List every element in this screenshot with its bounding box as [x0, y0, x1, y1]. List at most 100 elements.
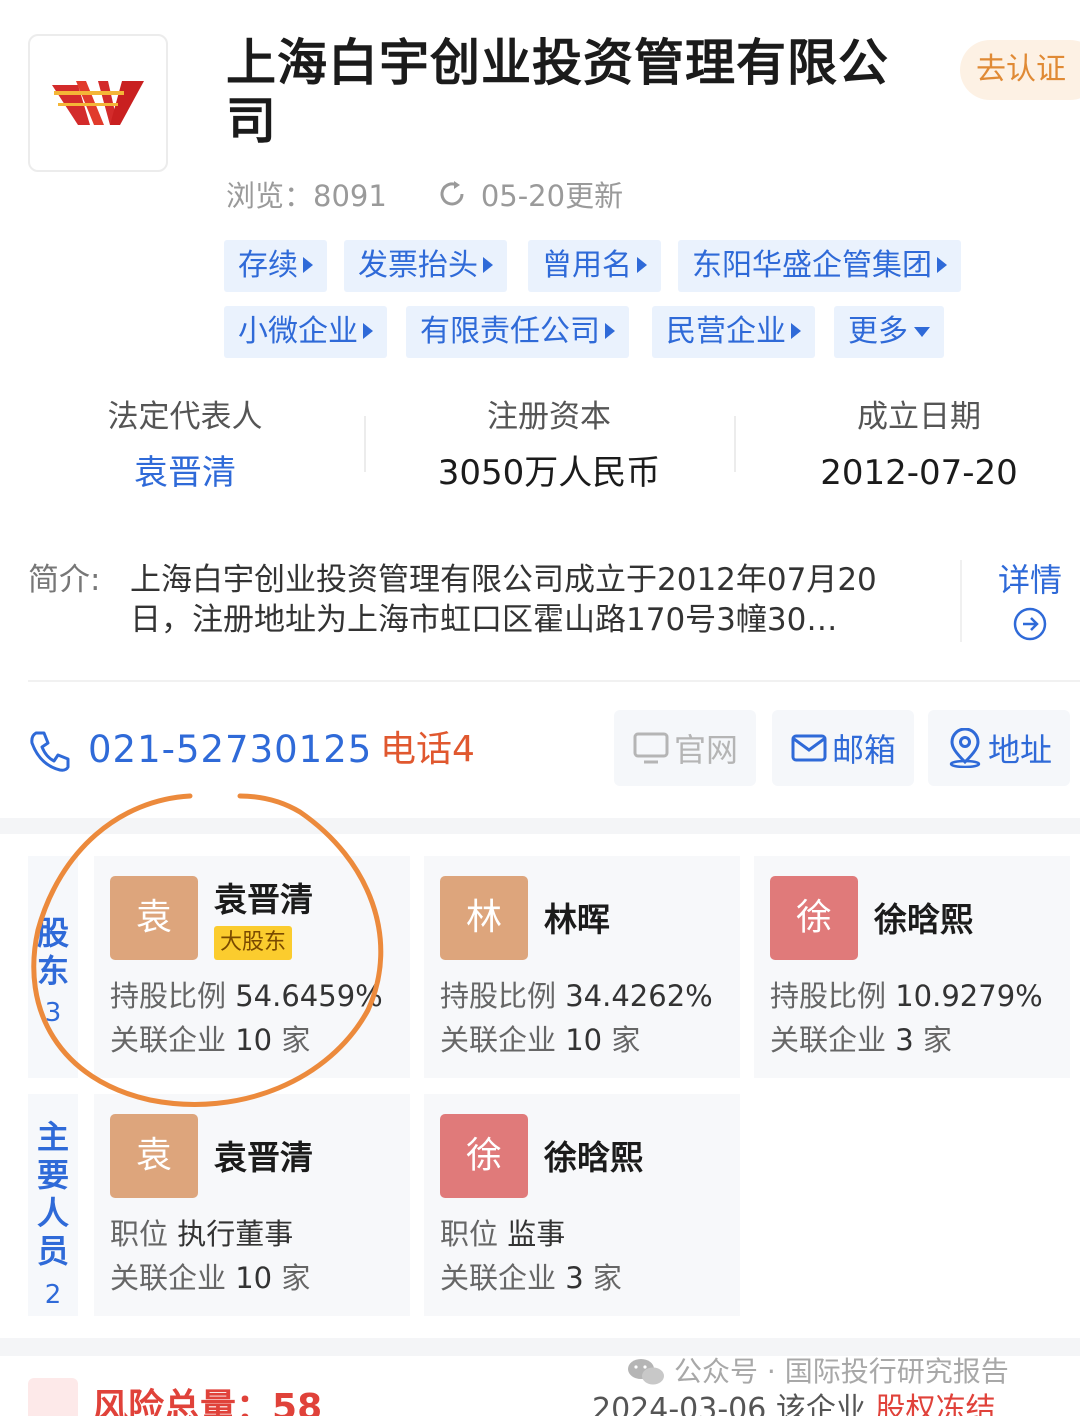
- risk-highlight: 股权冻结: [875, 1392, 996, 1416]
- capital-value: 3050万人民币: [437, 453, 661, 493]
- person-card[interactable]: 袁 袁晋清 职位 执行董事 关联企业 10 家: [94, 1094, 410, 1316]
- capital-label: 注册资本: [487, 399, 611, 435]
- related-unit: 家: [922, 1023, 952, 1057]
- shareholder-name[interactable]: 林晖: [544, 898, 610, 942]
- shareholder-card[interactable]: 袁 袁晋清 大股东 持股比例 54.6459% 关联企业 10 家: [94, 856, 410, 1078]
- related-label: 关联企业: [440, 1023, 557, 1057]
- position-label: 职位: [440, 1217, 499, 1251]
- position: 职位 监事: [440, 1214, 565, 1254]
- monitor-icon: [633, 732, 669, 764]
- founded-value: 2012-07-20: [820, 453, 1018, 493]
- share-ratio: 持股比例 10.9279%: [770, 976, 1043, 1016]
- caret-right-icon: [483, 257, 493, 273]
- share-ratio-value: 34.4262%: [565, 979, 713, 1013]
- related-count: 10: [235, 1023, 273, 1057]
- phone-icon[interactable]: [26, 727, 74, 775]
- caret-down-icon: [914, 327, 930, 337]
- location-pin-icon: [949, 728, 981, 768]
- watermark: 公众号 · 国际投行研究报告: [626, 1352, 1009, 1392]
- email-button[interactable]: 邮箱: [772, 710, 914, 786]
- key-people-label: 主要人员: [36, 1118, 69, 1270]
- mail-icon: [791, 734, 827, 762]
- key-people-count: 2: [44, 1280, 62, 1310]
- caret-right-icon: [637, 257, 647, 273]
- related-companies: 关联企业 10 家: [110, 1020, 310, 1060]
- intro-text[interactable]: 上海白宇创业投资管理有限公司成立于2012年07月20日，注册地址为上海市虹口区…: [130, 560, 930, 640]
- risk-latest[interactable]: 2024-03-06 该企业 股权冻结: [592, 1390, 995, 1416]
- risk-text: 该企业: [775, 1392, 866, 1416]
- update-date: 05-20更新: [480, 179, 624, 213]
- tag-private-enterprise[interactable]: 民营企业: [652, 306, 815, 358]
- divider: [28, 680, 1080, 682]
- shareholders-tab[interactable]: 股东 3: [28, 856, 78, 1078]
- position-value: 执行董事: [177, 1217, 294, 1251]
- avatar: 徐: [440, 1114, 528, 1198]
- tag-status[interactable]: 存续: [224, 240, 327, 292]
- phone-number[interactable]: 021-52730125: [88, 726, 372, 774]
- tag-micro-enterprise[interactable]: 小微企业: [224, 306, 387, 358]
- website-button[interactable]: 官网: [614, 710, 756, 786]
- caret-right-icon: [303, 257, 313, 273]
- avatar: 袁: [110, 1114, 198, 1198]
- related-unit: 家: [281, 1023, 311, 1057]
- founded-date: 成立日期 2012-07-20: [734, 396, 1080, 496]
- tag-label: 存续: [238, 248, 298, 283]
- more-phones-link[interactable]: 电话4: [380, 726, 475, 774]
- tag-group[interactable]: 东阳华盛企管集团: [678, 240, 961, 292]
- person-card[interactable]: 徐 徐晗熙 职位 监事 关联企业 3 家: [424, 1094, 740, 1316]
- address-label: 地址: [987, 731, 1052, 769]
- views-count: 浏览：8091: [226, 179, 387, 213]
- person-name[interactable]: 袁晋清: [214, 1136, 313, 1180]
- email-label: 邮箱: [831, 731, 896, 769]
- caret-right-icon: [363, 323, 373, 339]
- company-meta: 浏览：8091 05-20更新: [226, 172, 623, 216]
- tag-label: 东阳华盛企管集团: [692, 248, 932, 283]
- avatar: 袁: [110, 876, 198, 960]
- legal-rep: 法定代表人 袁晋清: [0, 396, 370, 496]
- founded-label: 成立日期: [857, 399, 981, 435]
- legal-rep-value[interactable]: 袁晋清: [0, 450, 370, 496]
- company-logo-mark: [52, 81, 144, 125]
- shareholder-card[interactable]: 徐 徐晗熙 持股比例 10.9279% 关联企业 3 家: [754, 856, 1070, 1078]
- shareholder-name[interactable]: 袁晋清: [214, 878, 313, 922]
- related-unit: 家: [611, 1023, 641, 1057]
- related-companies: 关联企业 3 家: [440, 1258, 622, 1298]
- arrow-circle-right-icon: [1013, 607, 1047, 641]
- share-ratio-value: 54.6459%: [235, 979, 383, 1013]
- tag-label: 发票抬头: [358, 248, 478, 283]
- related-unit: 家: [281, 1261, 311, 1295]
- intro-label: 简介:: [28, 562, 101, 598]
- tag-former-name[interactable]: 曾用名: [528, 240, 661, 292]
- person-name[interactable]: 徐晗熙: [544, 1136, 643, 1180]
- tag-limited-company[interactable]: 有限责任公司: [406, 306, 629, 358]
- certify-button[interactable]: 去认证: [960, 40, 1080, 100]
- related-label: 关联企业: [440, 1261, 557, 1295]
- share-ratio: 持股比例 34.4262%: [440, 976, 713, 1016]
- related-label: 关联企业: [110, 1261, 227, 1295]
- address-button[interactable]: 地址: [928, 710, 1070, 786]
- related-companies: 关联企业 3 家: [770, 1020, 952, 1060]
- share-ratio: 持股比例 54.6459%: [110, 976, 383, 1016]
- position: 职位 执行董事: [110, 1214, 293, 1254]
- key-people-tab[interactable]: 主要人员 2: [28, 1094, 78, 1316]
- tag-more[interactable]: 更多: [834, 306, 944, 358]
- share-ratio-value: 10.9279%: [895, 979, 1043, 1013]
- detail-link[interactable]: 详情: [960, 560, 1080, 642]
- risk-total[interactable]: 风险总量：58: [92, 1386, 322, 1416]
- watermark-text: 公众号 · 国际投行研究报告: [674, 1355, 1009, 1388]
- legal-rep-label: 法定代表人: [107, 399, 263, 435]
- share-ratio-label: 持股比例: [110, 979, 227, 1013]
- website-label: 官网: [673, 731, 738, 769]
- risk-icon: [28, 1378, 78, 1416]
- position-value: 监事: [507, 1217, 566, 1251]
- tag-label: 更多: [848, 314, 908, 349]
- tag-invoice-header[interactable]: 发票抬头: [344, 240, 507, 292]
- related-companies: 关联企业 10 家: [440, 1020, 640, 1060]
- shareholder-name[interactable]: 徐晗熙: [874, 898, 973, 942]
- related-label: 关联企业: [770, 1023, 887, 1057]
- major-shareholder-badge: 大股东: [214, 926, 293, 960]
- related-companies: 关联企业 10 家: [110, 1258, 310, 1298]
- caret-right-icon: [791, 323, 801, 339]
- shareholders-label: 股东: [36, 914, 69, 990]
- shareholder-card[interactable]: 林 林晖 持股比例 34.4262% 关联企业 10 家: [424, 856, 740, 1078]
